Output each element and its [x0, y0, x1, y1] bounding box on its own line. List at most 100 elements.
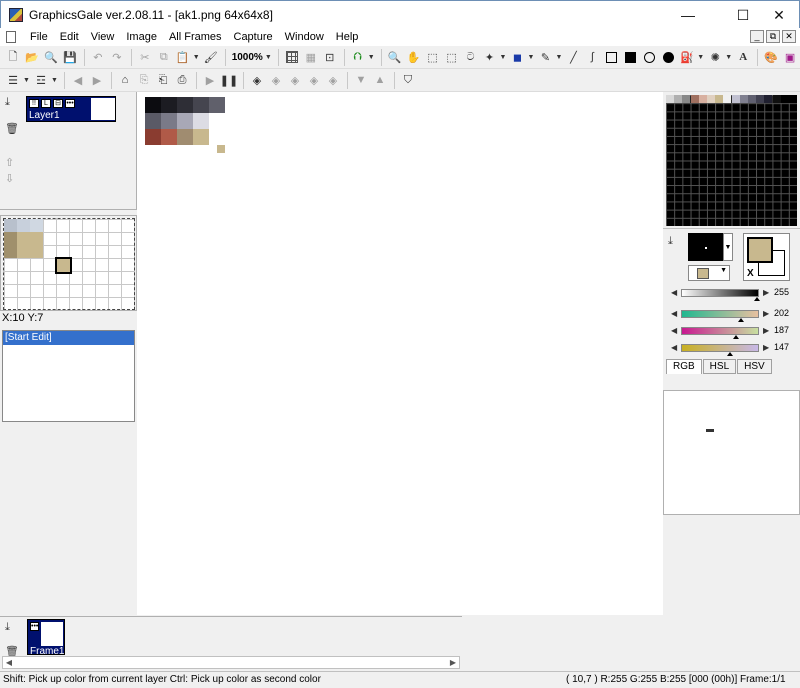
gray-track[interactable]	[681, 289, 759, 297]
frame-options-flag[interactable]: •••	[30, 622, 39, 631]
frame-thumbnail[interactable]: ••• Frame1	[27, 619, 65, 657]
red-track[interactable]	[681, 310, 759, 318]
pixel-grid-icon[interactable]: ▦	[302, 48, 320, 66]
transparent-color-icon[interactable]: ⛉	[399, 71, 417, 89]
frame-properties-icon[interactable]: ⌂	[116, 71, 134, 89]
frames-scrollbar[interactable]: ◀ ▶	[2, 656, 460, 669]
play-icon[interactable]: ▶	[201, 71, 219, 89]
menu-all-frames[interactable]: All Frames	[163, 28, 228, 46]
ellipse-icon[interactable]	[640, 48, 658, 66]
layer-add-dropdown-icon[interactable]: ▼	[23, 77, 30, 84]
primary-color-swatch[interactable]	[688, 233, 724, 261]
palette-swatch[interactable]	[698, 95, 707, 103]
hand-tool-icon[interactable]: ✋	[405, 48, 423, 66]
layer-lock-flag[interactable]: L	[41, 99, 51, 108]
onion-settings-icon[interactable]: ◈	[305, 71, 323, 89]
redo-icon[interactable]: ↷	[108, 48, 126, 66]
palette-grid[interactable]	[666, 95, 797, 226]
swap-colors-button[interactable]: X	[747, 268, 754, 279]
minimize-button[interactable]: —	[666, 1, 710, 29]
drawing-canvas[interactable]	[137, 92, 663, 615]
frame-copy-icon[interactable]: ⎘	[135, 71, 153, 89]
history-item[interactable]: [Start Edit]	[3, 331, 134, 345]
palette-swatch[interactable]	[682, 95, 691, 103]
line-icon[interactable]: ╱	[564, 48, 582, 66]
red-slider[interactable]: ◀ ▶ 202	[669, 307, 799, 322]
new-file-icon[interactable]: 🗋	[4, 48, 22, 66]
palette-import-icon[interactable]: ⤓	[668, 235, 673, 248]
layer-copy-icon[interactable]: ☲	[32, 71, 50, 89]
navigator-panel[interactable]	[663, 390, 800, 515]
scroll-right-icon[interactable]: ▶	[447, 657, 459, 668]
layer-mask-flag[interactable]: ⊟	[53, 99, 63, 108]
slider-right-icon[interactable]: ▶	[763, 324, 769, 337]
tab-hsv[interactable]: HSV	[737, 359, 772, 374]
navigate-dropdown-icon[interactable]: ▼	[368, 54, 375, 61]
prev-frame-icon[interactable]: ◀	[69, 71, 87, 89]
palette-swatch[interactable]	[748, 95, 756, 103]
layer-down-icon[interactable]: ⇩	[5, 172, 14, 185]
select-free-icon[interactable]: ⬚	[443, 48, 461, 66]
airbrush-dropdown-icon[interactable]: ▼	[725, 54, 732, 61]
mdi-minimize-button[interactable]: _	[750, 30, 764, 43]
palette-swatch[interactable]	[789, 95, 797, 103]
next-frame-icon[interactable]: ▶	[88, 71, 106, 89]
slider-right-icon[interactable]: ▶	[763, 286, 769, 299]
palette-swatch[interactable]	[690, 95, 699, 103]
document-icon[interactable]	[6, 31, 16, 43]
pencil-icon[interactable]: ✎	[536, 48, 554, 66]
foreground-color[interactable]	[747, 237, 773, 263]
slider-left-icon[interactable]: ◀	[671, 286, 677, 299]
layer-row[interactable]: !! L ⊟ ••• Layer1	[26, 96, 116, 122]
onion-skin-icon[interactable]: ◈	[248, 71, 266, 89]
tab-hsl[interactable]: HSL	[702, 359, 737, 374]
zoom-tool-icon[interactable]: 🔍	[386, 48, 404, 66]
magic-wand-icon[interactable]: ✦	[481, 48, 499, 66]
zoom-level[interactable]: 1000%	[232, 52, 263, 63]
frame-import-icon[interactable]: ⤓	[5, 621, 10, 634]
red-thumb[interactable]	[738, 318, 744, 322]
palette-swatch[interactable]	[764, 95, 773, 103]
preview-grid[interactable]	[3, 218, 135, 310]
secondary-color-selector[interactable]: ▼	[688, 265, 730, 281]
secondary-dropdown-icon[interactable]: ▼	[720, 267, 727, 274]
move-down-icon[interactable]: ▼	[352, 71, 370, 89]
layer-delete-icon[interactable]: 🗑	[5, 122, 19, 135]
frame-insert-icon[interactable]: ⎗	[154, 71, 172, 89]
blue-track[interactable]	[681, 344, 759, 352]
airbrush-icon[interactable]: ✺	[706, 48, 724, 66]
select-rect-icon[interactable]: ⬚	[424, 48, 442, 66]
layer-visibility-flag[interactable]: !!	[29, 99, 39, 108]
frame-navigate-icon[interactable]: ⮉	[349, 48, 367, 66]
stamp-icon[interactable]: 🖌	[202, 48, 220, 66]
menu-window[interactable]: Window	[279, 28, 330, 46]
open-folder-icon[interactable]: 📂	[23, 48, 41, 66]
select-tool-icon[interactable]: ◼	[509, 48, 527, 66]
layer-import-icon[interactable]: ⤓	[5, 96, 10, 109]
paste-dropdown-icon[interactable]: ▼	[193, 54, 200, 61]
fill-icon[interactable]: ⛽	[678, 48, 696, 66]
pencil-dropdown-icon[interactable]: ▼	[555, 54, 562, 61]
palette-swatch[interactable]	[731, 95, 740, 103]
wand-dropdown-icon[interactable]: ▼	[500, 54, 507, 61]
green-thumb[interactable]	[733, 335, 739, 339]
fill-dropdown-icon[interactable]: ▼	[697, 54, 704, 61]
slider-left-icon[interactable]: ◀	[671, 324, 677, 337]
menu-file[interactable]: File	[24, 28, 54, 46]
paste-icon[interactable]: 📋	[174, 48, 192, 66]
curve-icon[interactable]: ∫	[583, 48, 601, 66]
fit-window-icon[interactable]: ⊡	[321, 48, 339, 66]
rectangle-icon[interactable]	[602, 48, 620, 66]
palette-icon[interactable]: 🎨	[762, 48, 780, 66]
gray-slider[interactable]: ◀ ▶ 255	[669, 286, 799, 301]
mdi-restore-button[interactable]: ⧉	[766, 30, 780, 43]
slider-right-icon[interactable]: ▶	[763, 341, 769, 354]
window-mode-icon[interactable]: ▣	[781, 48, 799, 66]
zoom-dropdown-icon[interactable]: ▼	[265, 54, 272, 61]
blue-thumb[interactable]	[727, 352, 733, 356]
layer-up-icon[interactable]: ⇧	[5, 156, 14, 169]
close-button[interactable]: ✕	[757, 1, 800, 29]
palette-swatch[interactable]	[723, 95, 732, 103]
move-up-icon[interactable]: ▲	[371, 71, 389, 89]
slider-left-icon[interactable]: ◀	[671, 341, 677, 354]
